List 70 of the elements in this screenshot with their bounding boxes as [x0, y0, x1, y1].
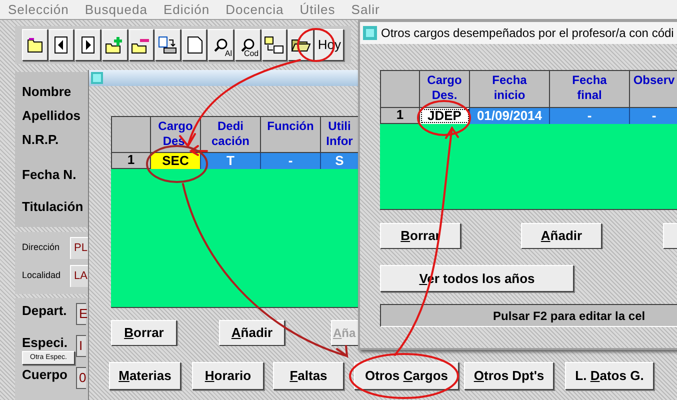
status-text: Pulsar F2 para editar la cel — [493, 308, 646, 324]
menu-item[interactable]: Docencia — [226, 0, 284, 20]
tab-button[interactable]: L. Datos G. — [565, 362, 654, 390]
menu-item[interactable]: Salir — [351, 0, 380, 20]
search-icon — [240, 38, 255, 52]
column-header[interactable]: Dedi cación — [201, 116, 261, 153]
folder-open-icon — [291, 37, 312, 53]
arrow-left-icon — [54, 36, 68, 54]
toolbar-button[interactable] — [48, 29, 74, 61]
field-label: Fecha N. — [22, 167, 78, 182]
field-label: Nombre — [22, 84, 72, 99]
toolbar-button[interactable]: Al — [208, 29, 234, 61]
table-cell[interactable]: JDEP — [420, 108, 470, 124]
arrow-right-icon — [81, 36, 96, 54]
toolbar-button[interactable] — [128, 29, 154, 61]
window-icon — [363, 26, 377, 40]
page-icon — [186, 36, 203, 54]
header-cell — [111, 116, 151, 153]
text-field[interactable]: E — [76, 303, 86, 325]
column-header[interactable]: Fecha inicio — [470, 70, 550, 108]
toolbar-button[interactable] — [75, 29, 101, 61]
menu-item[interactable]: Útiles — [300, 0, 336, 20]
column-header[interactable]: Función — [261, 116, 321, 153]
folder-icon — [26, 36, 44, 54]
row-number: 1 — [380, 108, 420, 124]
row-number: 1 — [111, 153, 151, 169]
toolbar-button[interactable]: Cod — [235, 29, 261, 61]
toolbar-button[interactable] — [102, 29, 128, 61]
icon-caption: Cod — [244, 50, 259, 58]
copy-icon — [158, 36, 178, 54]
toolbar-button[interactable] — [22, 29, 48, 61]
menu-item[interactable]: Busqueda — [84, 0, 148, 20]
field-label: Depart. — [22, 303, 68, 319]
add-button[interactable]: Añadir — [521, 223, 602, 249]
folder-plus-icon — [104, 36, 125, 54]
add-button[interactable]: Añadir — [219, 320, 285, 346]
toolbar-button[interactable] — [182, 29, 208, 61]
text-field[interactable]: 0 — [76, 367, 86, 389]
column-header[interactable]: Observ — [630, 70, 677, 108]
window-title: Otros cargos desempeñados por el profesor/a con códi — [381, 25, 674, 42]
menu-item[interactable]: Selección — [8, 0, 69, 20]
text-field[interactable]: LA — [70, 265, 88, 287]
column-header[interactable]: Utili Infor — [321, 116, 359, 153]
column-header[interactable]: Fecha final — [550, 70, 630, 108]
field-label: Apellidos — [22, 108, 82, 123]
toolbar-button[interactable] — [262, 29, 288, 61]
window-icon — [91, 72, 103, 84]
tab-button[interactable]: Horario — [192, 362, 264, 390]
delete-button[interactable]: Borrar — [111, 320, 177, 346]
tab-button[interactable]: Otros Dpt's — [464, 362, 554, 390]
icon-caption: Al — [224, 50, 232, 58]
field-label: Cuerpo — [22, 367, 68, 383]
tab-button[interactable]: Materias — [109, 362, 181, 390]
header-cell — [380, 70, 420, 108]
field-label: N.R.P. — [22, 132, 60, 147]
folder-minus-icon — [131, 36, 152, 54]
field-label: Especi. — [22, 335, 69, 351]
tab-button[interactable]: Otros Cargos — [354, 362, 459, 390]
tab-button[interactable]: Faltas — [273, 362, 344, 390]
field-label: Localidad — [22, 269, 62, 282]
table-icon — [264, 36, 284, 54]
table-cell[interactable]: SEC — [151, 153, 201, 169]
field-label: Titulación — [22, 199, 84, 214]
column-header[interactable]: Cargo Des. — [420, 70, 470, 108]
field-label: Dirección — [22, 241, 61, 254]
text-field[interactable]: I — [76, 335, 86, 357]
toolbar-button[interactable] — [155, 29, 181, 61]
text-field[interactable]: PL — [70, 237, 88, 259]
search-icon — [214, 38, 228, 52]
menu-item[interactable]: Edición — [163, 0, 210, 20]
